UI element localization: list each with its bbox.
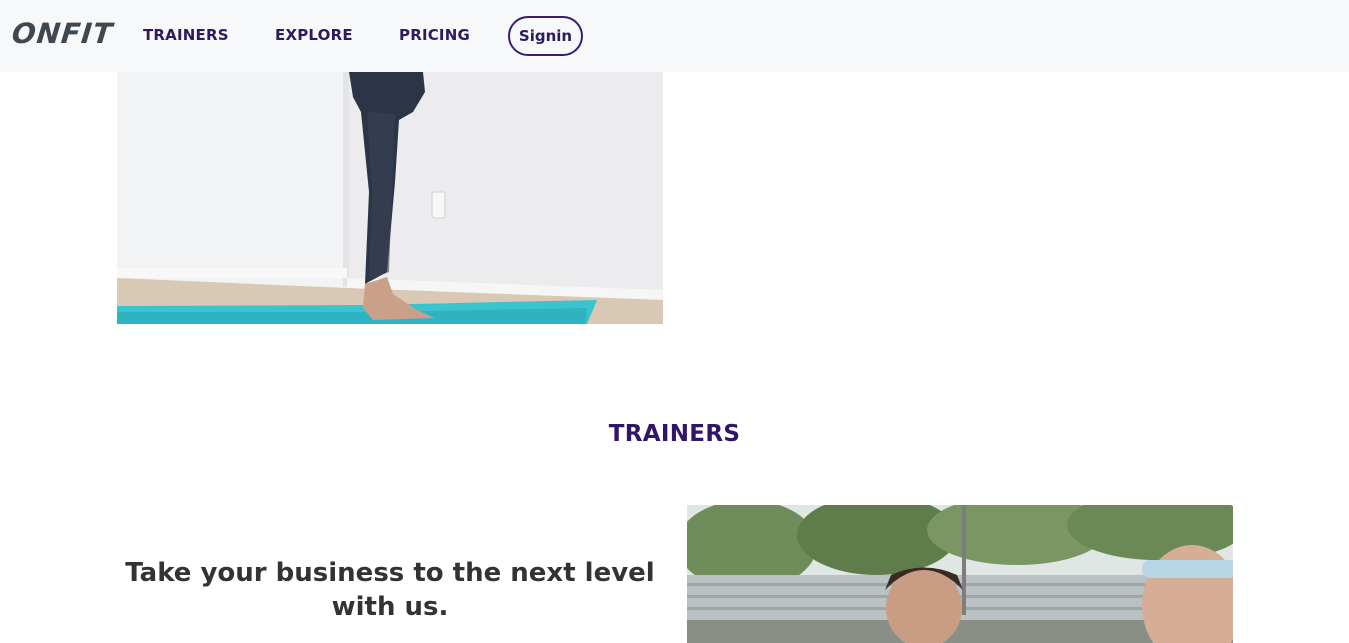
signin-button[interactable]: Signin (508, 16, 583, 56)
yoga-photo (117, 72, 663, 324)
trainers-section-title: TRAINERS (608, 421, 741, 447)
trainer-photo (687, 505, 1233, 643)
navbar: ONFIT TRAINERS EXPLORE PRICING Signin (0, 0, 1349, 72)
nav-link-pricing[interactable]: PRICING (399, 26, 470, 44)
logo[interactable]: ONFIT (10, 17, 114, 50)
nav-link-explore[interactable]: EXPLORE (275, 26, 353, 44)
nav-link-trainers[interactable]: TRAINERS (143, 26, 229, 44)
trainers-pitch-text: Take your business to the next level wit… (125, 558, 655, 622)
